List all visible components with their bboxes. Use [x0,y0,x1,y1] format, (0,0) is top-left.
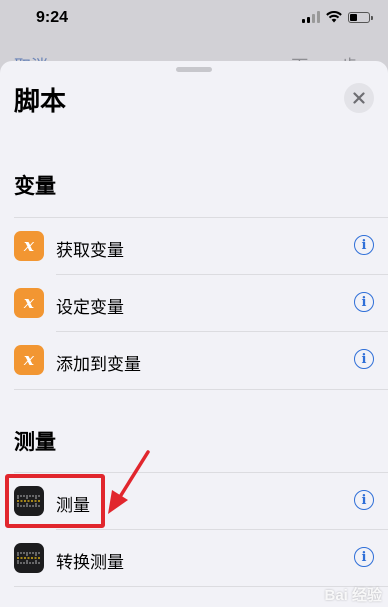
ruler-icon [17,552,41,564]
status-icons [302,11,373,23]
section-header-measurement: 测量 [14,431,56,454]
action-label: 添加到变量 [56,355,141,374]
status-time: 9:24 [36,9,69,26]
section-header-variables: 变量 [14,175,56,198]
action-label: 获取变量 [56,241,124,260]
sheet-grabber[interactable] [176,67,212,72]
watermark: Bai 经验 [324,587,382,604]
info-icon[interactable]: i [354,547,374,567]
cellular-signal-icon [302,11,320,23]
divider [14,389,388,390]
close-button[interactable] [344,83,374,113]
action-row-convert-measurement[interactable]: 转换测量 i [0,530,388,586]
close-icon [353,92,365,104]
info-icon[interactable]: i [354,490,374,510]
wifi-icon [326,11,342,23]
annotation-highlight-box [5,474,105,528]
info-icon[interactable]: i [354,349,374,369]
annotation-arrow-icon [108,450,150,514]
measure-icon [14,543,44,573]
sheet-title: 脚本 [14,86,67,116]
variable-icon: x [14,231,44,261]
info-icon[interactable]: i [354,235,374,255]
battery-icon [348,11,373,23]
action-label: 转换测量 [56,553,124,572]
info-icon[interactable]: i [354,292,374,312]
status-bar: 9:24 [0,0,388,40]
action-label: 设定变量 [56,298,124,317]
action-row-get-variable[interactable]: x 获取变量 i [0,218,388,274]
action-row-add-to-variable[interactable]: x 添加到变量 i [0,332,388,388]
action-row-set-variable[interactable]: x 设定变量 i [0,275,388,331]
variable-icon: x [14,288,44,318]
variable-icon: x [14,345,44,375]
